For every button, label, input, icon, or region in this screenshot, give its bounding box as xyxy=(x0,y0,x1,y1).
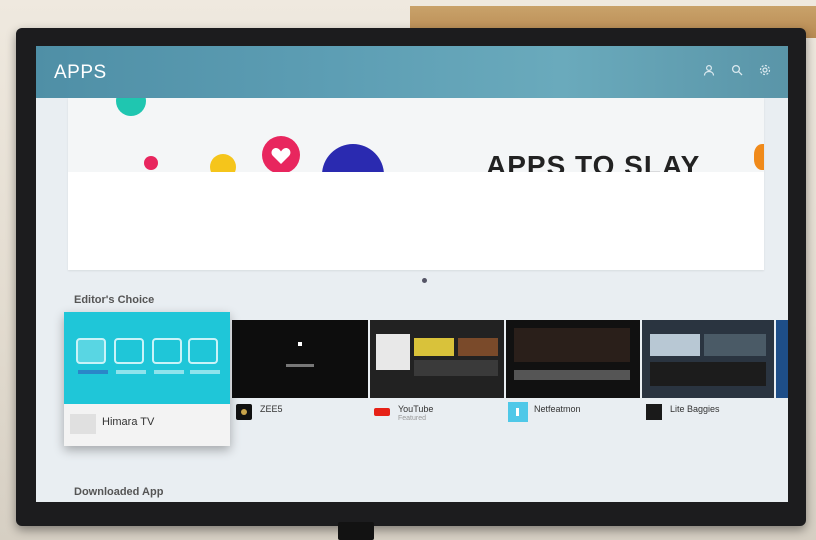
tile-label-bar xyxy=(78,370,108,374)
apps-row: Himara TV ZEE5 YouTube Featured Netfeatm… xyxy=(64,312,788,452)
tile-label-bar xyxy=(116,370,146,374)
tile-icon xyxy=(152,338,182,364)
banner-dot-teal xyxy=(116,98,146,116)
thumb-poster xyxy=(376,334,410,370)
zee5-icon xyxy=(236,404,252,420)
app-tile-youtube[interactable]: YouTube Featured xyxy=(370,320,504,428)
app-tile-lite-baggies[interactable]: Lite Baggies xyxy=(642,320,774,428)
app-thumbnail xyxy=(370,320,504,398)
tile-label-bar xyxy=(190,370,220,374)
search-icon[interactable] xyxy=(730,64,744,78)
thumb-row xyxy=(650,362,766,386)
app-subtitle: Featured xyxy=(398,415,427,422)
app-name: ZEE5 xyxy=(260,404,283,414)
tile-icon xyxy=(76,338,106,364)
app-name: Netfeatmon xyxy=(534,404,581,414)
banner-dot-heart xyxy=(262,136,300,174)
app-tile-zee5[interactable]: ZEE5 xyxy=(232,320,368,428)
apps-header: APPS xyxy=(36,46,788,98)
app-info: Lite Baggies xyxy=(642,398,774,428)
app-tile-himara-tv[interactable]: Himara TV xyxy=(64,312,230,446)
page-title: APPS xyxy=(54,62,107,83)
thumb-hero xyxy=(514,328,630,362)
banner-dot-pink-small xyxy=(144,156,158,170)
thumb-poster xyxy=(414,338,454,356)
app-info: Himara TV xyxy=(64,404,230,446)
youtube-icon xyxy=(374,404,390,420)
settings-icon[interactable] xyxy=(758,64,772,78)
thumb-dot xyxy=(298,342,302,346)
tile-label-bar xyxy=(154,370,184,374)
thumb-poster xyxy=(650,334,700,356)
app-info: YouTube Featured xyxy=(370,398,504,428)
tile-icon xyxy=(114,338,144,364)
banner-headline: APPS TO SLAY xyxy=(486,150,701,172)
heart-icon xyxy=(271,148,291,164)
app-thumbnail xyxy=(232,320,368,398)
tile-icon xyxy=(188,338,218,364)
app-name: Himara TV xyxy=(102,416,155,428)
app-info: Netfeatmon xyxy=(506,398,640,428)
user-icon[interactable] xyxy=(702,64,716,78)
thumb-row xyxy=(514,370,630,380)
app-tile-netfeatmon[interactable]: Netfeatmon xyxy=(506,320,640,428)
app-thumbnail xyxy=(64,312,230,404)
section-editors-choice: Editor's Choice xyxy=(74,294,155,306)
thumb-line xyxy=(286,364,314,367)
tv-screen: APPS APPS TO SLAY Editor's Choice Himara… xyxy=(36,46,788,502)
app-thumbnail xyxy=(642,320,774,398)
thumb-row xyxy=(414,360,498,376)
app-name: YouTube xyxy=(398,404,434,414)
app-thumbnail xyxy=(506,320,640,398)
banner-lower-panel xyxy=(68,172,764,270)
section-downloaded-app: Downloaded App xyxy=(74,486,164,498)
himara-tv-icon xyxy=(70,414,96,434)
play-icon xyxy=(508,402,528,422)
banner-dot-orange xyxy=(754,144,764,170)
app-thumbnail xyxy=(776,320,788,398)
promo-banner[interactable]: APPS TO SLAY xyxy=(68,98,764,270)
tv-stand xyxy=(338,522,374,540)
thumb-poster xyxy=(458,338,498,356)
app-name: Lite Baggies xyxy=(670,404,720,414)
app-info: ZEE5 xyxy=(232,398,368,428)
thumb-poster xyxy=(704,334,766,356)
lite-baggies-icon xyxy=(646,404,662,420)
header-icons xyxy=(702,64,772,78)
app-tile-partial[interactable] xyxy=(776,320,788,428)
banner-page-indicator xyxy=(422,278,427,283)
